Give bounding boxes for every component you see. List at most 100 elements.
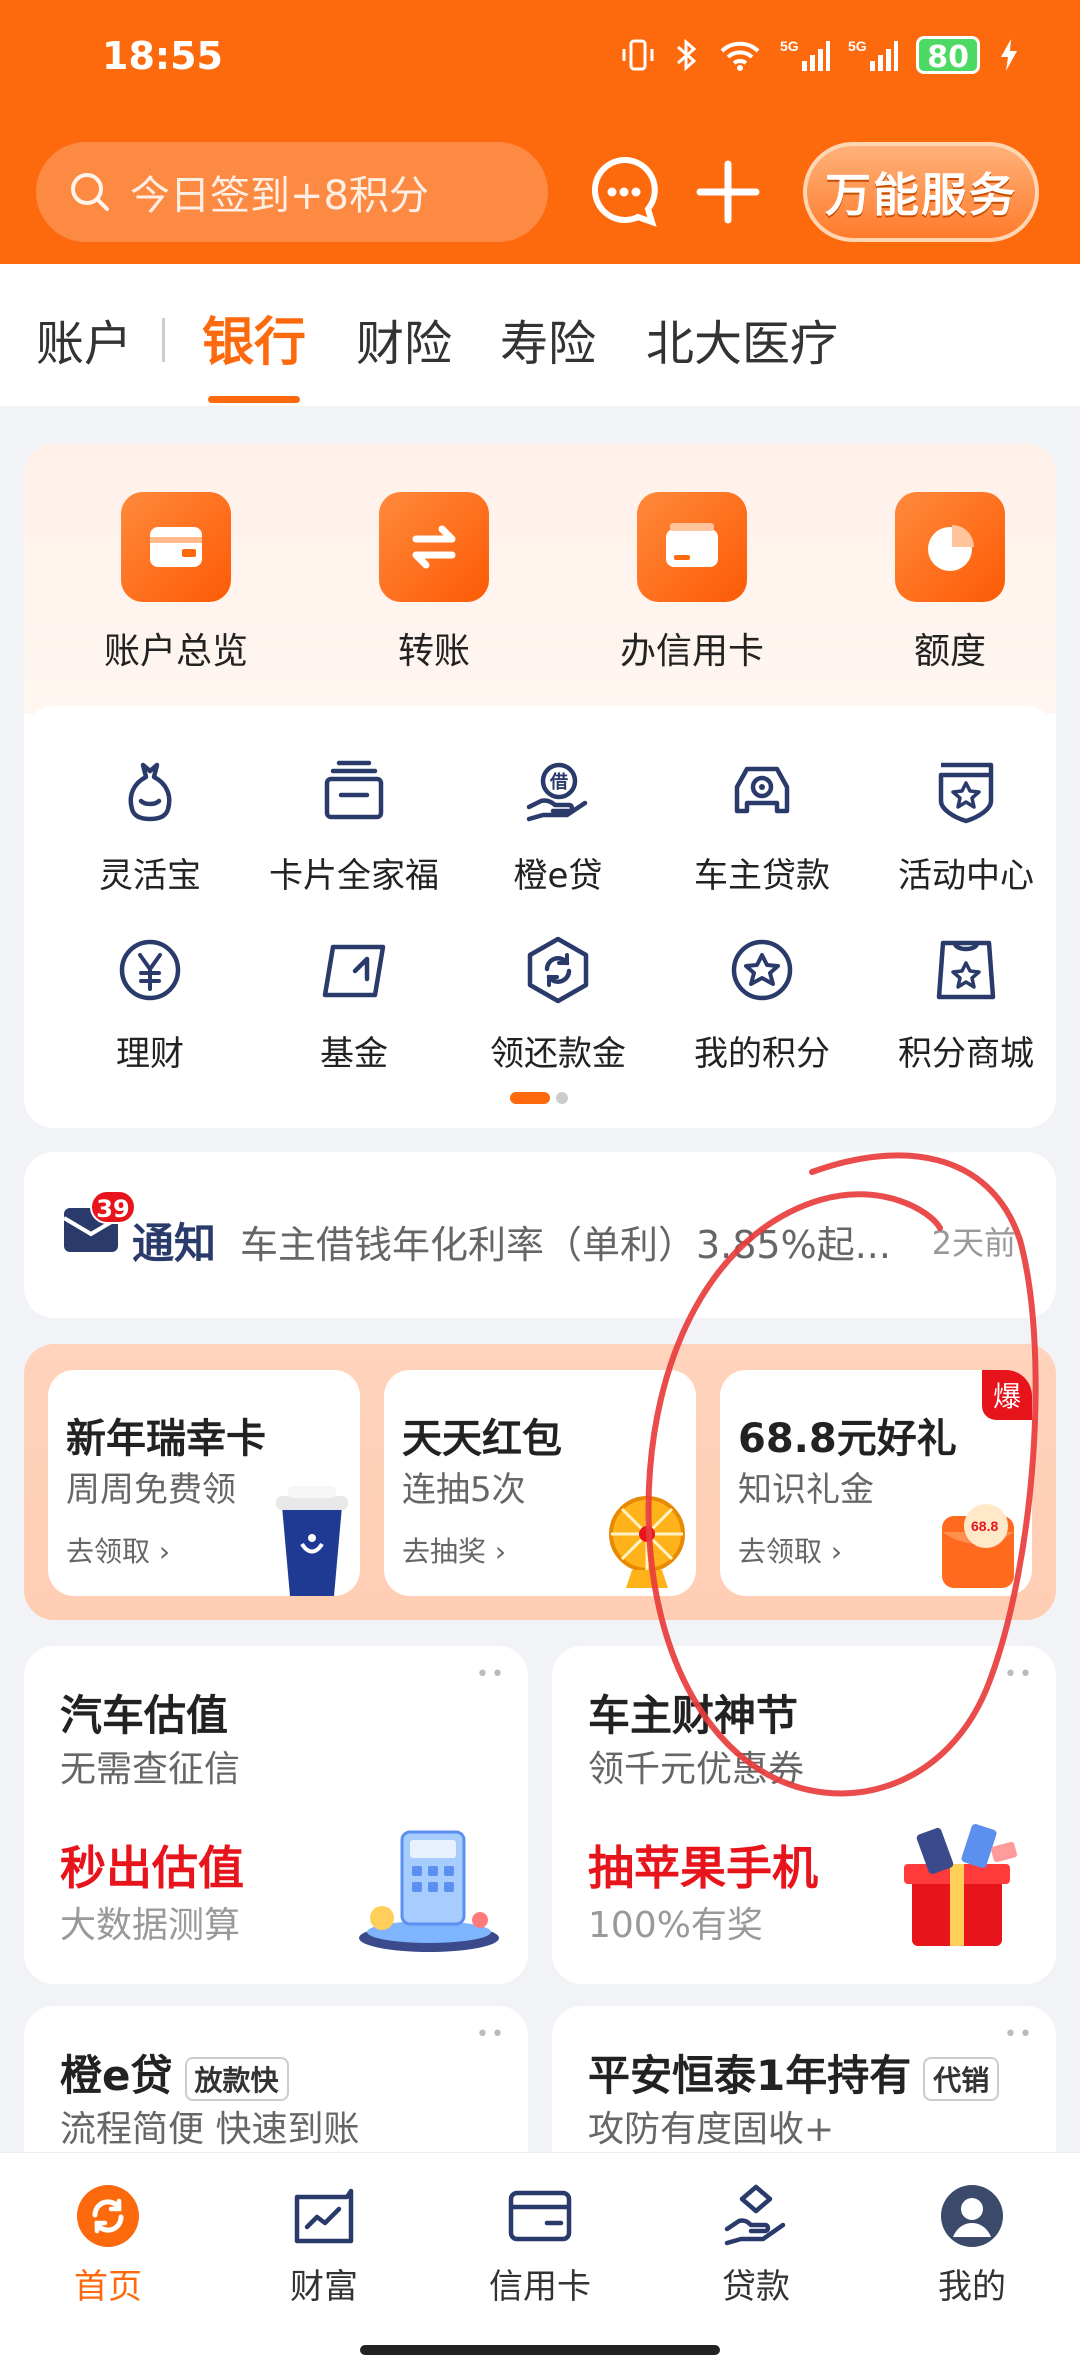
- service-points-mall[interactable]: 积分商城: [866, 928, 1056, 1075]
- action-label: 转账: [397, 631, 470, 672]
- nav-label: 首页: [74, 2267, 142, 2307]
- universal-service-button[interactable]: 万能服务: [803, 142, 1039, 242]
- tab-divider: [162, 318, 165, 362]
- bottom-navigation: 首页 财富 信用卡 贷款 我的: [0, 2152, 1080, 2374]
- service-fund[interactable]: 基金: [254, 928, 454, 1075]
- action-credit-limit[interactable]: 额度: [840, 492, 1056, 674]
- red-envelope-icon: 68.8: [942, 1504, 1014, 1588]
- search-bar[interactable]: 今日签到+8积分: [36, 142, 548, 242]
- promo-title: 天天红包: [402, 1416, 562, 1462]
- money-bag-icon: [108, 750, 192, 834]
- plus-icon[interactable]: [688, 152, 768, 232]
- service-orange-loan[interactable]: 借 橙e贷: [458, 750, 658, 897]
- notice-title: 通知: [132, 1219, 217, 1268]
- feature-highlight-sub: 100%有奖: [588, 1905, 763, 1946]
- service-car-loan[interactable]: 车主贷款: [662, 750, 862, 897]
- refresh-hexagon-icon: [516, 928, 600, 1012]
- cards-icon: [312, 750, 396, 834]
- nav-label: 我的: [938, 2267, 1006, 2307]
- tab-account[interactable]: 账户: [36, 304, 132, 374]
- loan-hand-icon: 借: [516, 750, 600, 834]
- nav-profile[interactable]: 我的: [892, 2183, 1052, 2308]
- action-apply-credit-card[interactable]: 办信用卡: [582, 492, 802, 674]
- nav-label: 信用卡: [489, 2267, 591, 2307]
- feature-dots: ••: [1004, 1662, 1034, 1687]
- feature-highlight: 抽苹果手机: [588, 1841, 818, 1895]
- svg-text:68.8: 68.8: [971, 1518, 998, 1534]
- credit-card-icon: [637, 492, 747, 602]
- service-wealth-management[interactable]: 理财: [50, 928, 250, 1075]
- feature-title: 车主财神节: [588, 1691, 799, 1740]
- promo-link[interactable]: 去领取 ›: [738, 1530, 842, 1570]
- nav-wealth[interactable]: 财富: [244, 2183, 404, 2308]
- charging-icon: [1001, 39, 1017, 71]
- service-label: 理财: [116, 1034, 184, 1074]
- feature-highlight: 秒出估值: [60, 1841, 244, 1895]
- nav-loan[interactable]: 贷款: [676, 2183, 836, 2308]
- wallet-icon: [121, 492, 231, 602]
- active-tab-indicator: [208, 396, 300, 403]
- nav-home[interactable]: 首页: [28, 2183, 188, 2308]
- notice-text: 车主借钱年化利率（单利）3.85%起...: [240, 1223, 891, 1267]
- status-bar: 18:55 5G 5G 80: [0, 0, 1080, 120]
- signal-5g-icon: 5G: [780, 38, 831, 71]
- home-refresh-icon: [75, 2183, 141, 2249]
- promo-strip: 新年瑞幸卡 周周免费领 去领取 › 天天红包 连抽5次 去抽奖 › 68.8元好…: [24, 1344, 1056, 1620]
- service-label: 基金: [320, 1034, 388, 1074]
- feature-title: 橙e贷 放款快: [60, 2042, 289, 2103]
- feature-subtitle: 攻防有度固收+: [588, 2109, 835, 2150]
- feature-card-car-valuation[interactable]: •• 汽车估值 无需查征信 秒出估值 大数据测算: [24, 1646, 528, 1984]
- service-repayment-fund[interactable]: 领还款金: [458, 928, 658, 1075]
- wealth-chart-icon: [291, 2183, 357, 2249]
- battery-indicator: 80: [916, 36, 980, 75]
- tab-bank[interactable]: 银行: [202, 300, 306, 375]
- feature-title: 汽车估值: [60, 1691, 229, 1740]
- promo-card-gift[interactable]: 68.8元好礼 知识礼金 去领取 › 爆 68.8: [720, 1370, 1032, 1596]
- shopping-bag-star-icon: [924, 928, 1008, 1012]
- feature-tag: 放款快: [184, 2056, 289, 2101]
- tab-life-insurance[interactable]: 寿险: [500, 304, 596, 374]
- notice-time: 2天前: [931, 1224, 1016, 1262]
- yuan-coin-icon: [108, 928, 192, 1012]
- service-label: 活动中心: [898, 856, 1034, 896]
- category-tabs: 账户 银行 财险 寿险 北大医疗: [0, 264, 1080, 406]
- action-label: 办信用卡: [619, 631, 764, 672]
- service-card-family[interactable]: 卡片全家福: [254, 750, 454, 897]
- coffee-cup-icon: [276, 1486, 348, 1596]
- service-activity-center[interactable]: 活动中心: [866, 750, 1056, 897]
- fund-chart-icon: [312, 928, 396, 1012]
- service-label: 灵活宝: [99, 856, 201, 896]
- message-icon[interactable]: [584, 152, 664, 232]
- search-icon: [71, 173, 109, 211]
- gift-box-icon: [904, 1824, 1017, 1946]
- svg-text:5G: 5G: [848, 38, 867, 54]
- feature-card-car-owner-festival[interactable]: •• 车主财神节 领千元优惠券 抽苹果手机 100%有奖: [552, 1646, 1056, 1984]
- tab-medical[interactable]: 北大医疗: [646, 304, 838, 374]
- action-account-overview[interactable]: 账户总览: [66, 492, 286, 674]
- promo-subtitle: 周周免费领: [66, 1470, 236, 1510]
- prize-wheel-icon: [609, 1496, 685, 1588]
- service-linghuobao[interactable]: 灵活宝: [50, 750, 250, 897]
- service-label: 橙e贷: [513, 856, 603, 896]
- promo-card-luckin[interactable]: 新年瑞幸卡 周周免费领 去领取 ›: [48, 1370, 360, 1596]
- feature-highlight-sub: 大数据测算: [60, 1905, 241, 1946]
- app-header: 18:55 5G 5G 80 今日签到+8积分 万能服务: [0, 0, 1080, 264]
- promo-link[interactable]: 去领取 ›: [66, 1530, 170, 1570]
- service-label: 领还款金: [490, 1034, 626, 1074]
- feature-title: 平安恒泰1年持有 代销: [588, 2042, 1000, 2103]
- promo-link[interactable]: 去抽奖 ›: [402, 1530, 506, 1570]
- promo-card-daily-redpacket[interactable]: 天天红包 连抽5次 去抽奖 ›: [384, 1370, 696, 1596]
- notice-bar[interactable]: 39 通知 车主借钱年化利率（单利）3.85%起... 2天前: [24, 1152, 1056, 1318]
- nav-credit-card[interactable]: 信用卡: [460, 2183, 620, 2308]
- svg-text:5G: 5G: [780, 38, 799, 54]
- unread-badge: 39: [90, 1190, 136, 1224]
- promo-subtitle: 连抽5次: [402, 1470, 526, 1510]
- promo-title: 新年瑞幸卡: [66, 1416, 266, 1462]
- page-indicator: [510, 1092, 568, 1104]
- action-transfer[interactable]: 转账: [324, 492, 544, 674]
- tab-property-insurance[interactable]: 财险: [356, 304, 452, 374]
- service-my-points[interactable]: 我的积分: [662, 928, 862, 1075]
- action-label: 额度: [913, 631, 986, 672]
- feature-tag: 代销: [923, 2056, 1000, 2101]
- feature-dots: ••: [476, 1662, 506, 1687]
